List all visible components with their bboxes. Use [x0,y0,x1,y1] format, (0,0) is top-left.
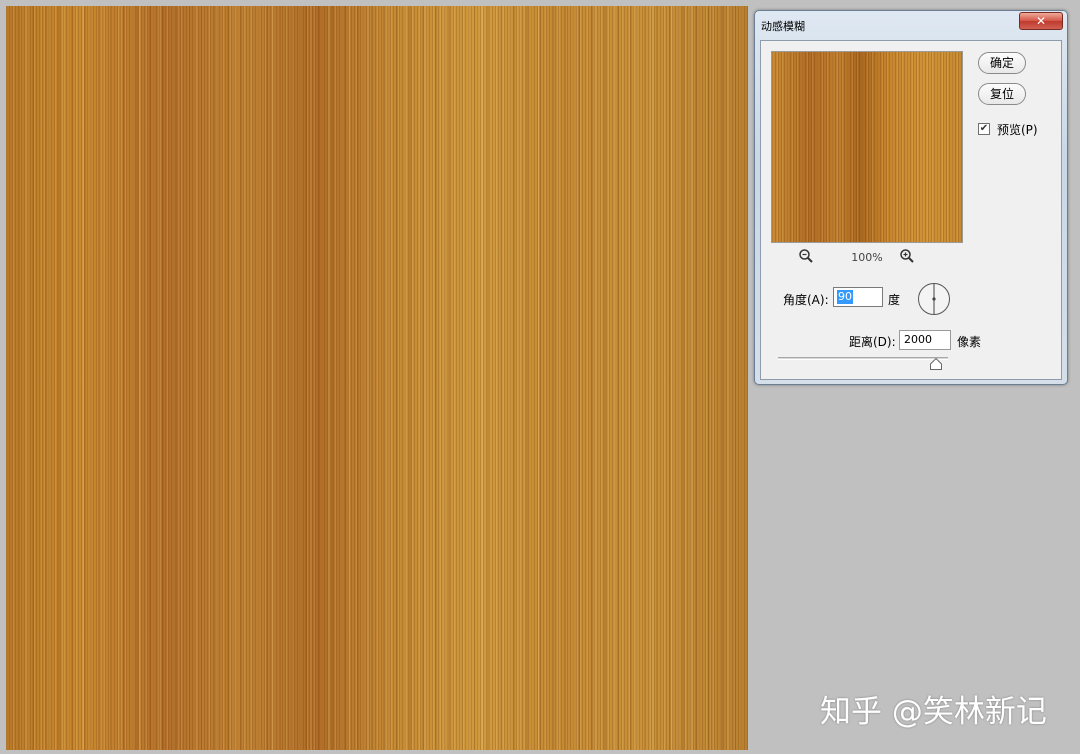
dialog-title: 动感模糊 [761,20,805,33]
slider-track[interactable] [778,357,948,360]
distance-unit: 像素 [957,335,982,349]
dialog-body: 100% 确定 复位 ✔ 预览(P) 角度(A): 90 度 距离(D): 20… [760,40,1062,380]
preview-label[interactable]: 预览(P) [997,121,1038,138]
zoom-out-icon[interactable] [798,248,814,264]
watermark: 知乎 @笑林新记 [820,694,1047,730]
angle-input[interactable]: 90 [833,287,883,307]
angle-value[interactable]: 90 [837,290,853,304]
reset-button[interactable]: 复位 [978,83,1026,105]
preview-area[interactable] [771,51,963,243]
motion-blur-dialog: 动感模糊 ✕ 100% 确定 复位 ✔ 预览(P) 角度(A): 90 度 距离… [754,10,1068,385]
angle-label: 角度(A): [783,293,829,307]
zoom-in-icon[interactable] [899,248,915,264]
ok-button[interactable]: 确定 [978,52,1026,74]
image-canvas[interactable] [6,6,748,750]
distance-label: 距离(D): [849,335,896,349]
distance-slider[interactable] [778,355,948,371]
angle-unit: 度 [888,293,901,307]
close-button[interactable]: ✕ [1019,12,1063,30]
zoom-level: 100% [851,251,883,264]
distance-input[interactable]: 2000 [899,330,951,350]
preview-checkbox[interactable]: ✔ [978,123,990,135]
slider-thumb[interactable] [930,358,943,370]
angle-dial-icon[interactable] [917,282,951,316]
